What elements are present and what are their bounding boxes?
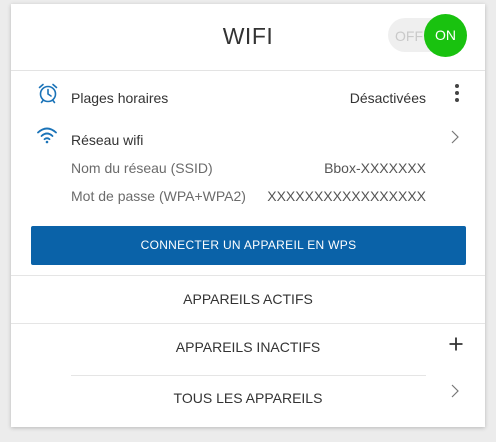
toggle-on-knob[interactable]: ON [424, 14, 467, 57]
wifi-icon [36, 126, 58, 149]
wifi-network-row[interactable]: Réseau wifi [11, 122, 485, 156]
connect-wps-button[interactable]: CONNECTER UN APPAREIL EN WPS [31, 226, 466, 265]
active-devices-section[interactable]: APPAREILS ACTIFS [11, 291, 485, 307]
chevron-right-icon[interactable] [450, 129, 460, 150]
schedule-label: Plages horaires [71, 90, 169, 106]
chevron-right-icon[interactable] [450, 383, 460, 404]
toggle-off-label: OFF [395, 28, 423, 44]
inactive-devices-section[interactable]: APPAREILS INACTIFS [11, 339, 485, 355]
more-vertical-icon[interactable] [451, 84, 463, 104]
all-devices-section[interactable]: TOUS LES APPAREILS [11, 390, 485, 406]
divider [11, 323, 485, 324]
divider [71, 375, 426, 376]
plus-icon[interactable] [448, 336, 464, 357]
wifi-network-label: Réseau wifi [71, 132, 144, 148]
schedule-status: Désactivées [349, 90, 426, 106]
ssid-value: Bbox-XXXXXXX [324, 160, 426, 176]
wifi-header: WIFI OFF ON [11, 4, 485, 71]
wifi-toggle[interactable]: OFF ON [388, 14, 467, 57]
divider [11, 275, 485, 276]
alarm-clock-icon [37, 82, 59, 109]
wifi-card: WIFI OFF ON Plages horaires Désactivées [11, 4, 485, 427]
password-label: Mot de passe (WPA+WPA2) [71, 188, 246, 204]
password-value: XXXXXXXXXXXXXXXXX [267, 188, 426, 204]
schedule-row[interactable]: Plages horaires Désactivées [11, 70, 485, 114]
ssid-label: Nom du réseau (SSID) [71, 160, 213, 176]
